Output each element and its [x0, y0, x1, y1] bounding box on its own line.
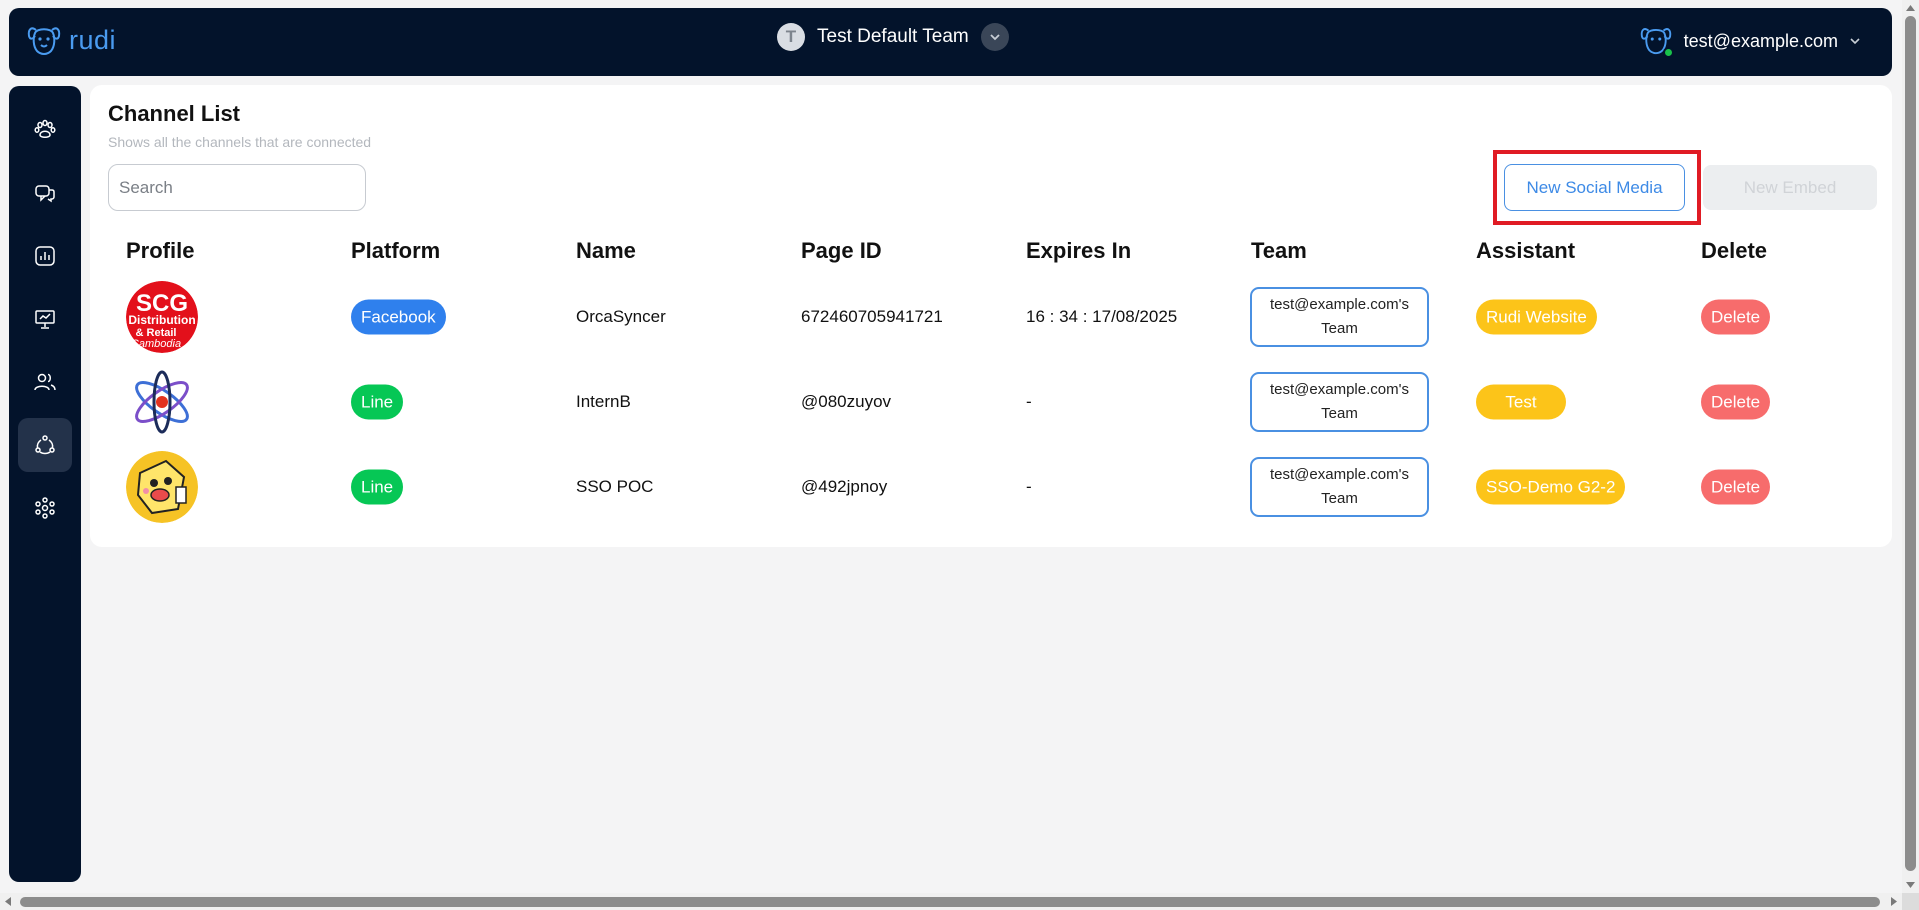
team-name: Test Default Team — [817, 26, 969, 47]
assistant-badge[interactable]: Rudi Website — [1476, 299, 1597, 335]
horizontal-scroll-thumb[interactable] — [20, 897, 1880, 907]
sidebar-item-paw[interactable] — [18, 103, 72, 157]
atom-logo-icon — [126, 366, 198, 438]
delete-button[interactable]: Delete — [1701, 469, 1771, 505]
sidebar-item-channels[interactable] — [18, 418, 72, 472]
column-header-expires: Expires In — [1026, 238, 1132, 263]
assistant-badge[interactable]: Test — [1476, 384, 1566, 420]
expires-in: - — [1026, 477, 1032, 496]
team-dropdown-button[interactable] — [980, 23, 1009, 51]
table-row: Line InternB @080zuyov - test@example.co… — [90, 362, 1892, 442]
scroll-right-arrow-icon[interactable] — [1887, 893, 1901, 910]
column-header-assistant: Assistant — [1476, 238, 1576, 263]
sidebar-item-presentation[interactable] — [18, 292, 72, 346]
table-row: Line SSO POC @492jpnoy - test@example.co… — [90, 447, 1892, 527]
analytics-icon — [35, 246, 55, 266]
channel-name: InternB — [576, 392, 631, 411]
page-id: @492jpnoy — [801, 477, 888, 496]
table-row: SCG Distribution & Retail Cambodia Faceb… — [90, 277, 1892, 357]
delete-button[interactable]: Delete — [1701, 384, 1771, 420]
new-social-media-button[interactable]: New Social Media — [1504, 164, 1685, 211]
chat-icon — [35, 185, 55, 203]
sidebar — [9, 86, 81, 882]
user-avatar — [1640, 24, 1674, 58]
sidebar-item-network[interactable] — [18, 481, 72, 535]
profile-avatar: SCG Distribution & Retail Cambodia — [126, 281, 198, 353]
column-header-team: Team — [1251, 238, 1307, 263]
expires-in: 16 : 34 : 17/08/2025 — [1026, 307, 1178, 326]
dog-logo-icon — [27, 27, 61, 55]
platform-badge: Line — [351, 469, 404, 505]
column-header-platform: Platform — [351, 238, 441, 263]
team-avatar: T — [777, 23, 805, 51]
page-id: @080zuyov — [801, 392, 892, 411]
team-select[interactable]: test@example.com's Team — [1250, 287, 1429, 347]
profile-avatar — [126, 451, 198, 523]
profile-avatar — [126, 366, 198, 438]
user-menu[interactable]: test@example.com — [1640, 24, 1862, 58]
column-header-page-id: Page ID — [801, 238, 882, 263]
scg-logo-icon: SCG Distribution & Retail Cambodia — [126, 281, 198, 353]
brand-logo[interactable]: rudi — [27, 24, 116, 56]
top-bar: rudi T Test Default Team test@example.co… — [9, 8, 1892, 76]
channel-name: SSO POC — [576, 477, 654, 496]
scrollbar-corner — [1902, 893, 1919, 910]
channel-name: OrcaSyncer — [576, 307, 666, 326]
sidebar-item-analytics[interactable] — [18, 229, 72, 283]
column-header-profile: Profile — [126, 238, 195, 263]
platform-badge: Facebook — [351, 299, 446, 335]
horizontal-scrollbar[interactable] — [0, 893, 1902, 910]
network-icon — [35, 497, 55, 519]
column-header-name: Name — [576, 238, 636, 263]
sidebar-item-chat[interactable] — [18, 166, 72, 220]
users-icon — [34, 373, 56, 391]
search-input[interactable] — [108, 164, 366, 211]
online-status-dot — [1662, 47, 1674, 58]
page-id: 672460705941721 — [801, 307, 943, 326]
scg-logo-line2: Distribution — [128, 313, 195, 327]
scroll-down-arrow-icon[interactable] — [1902, 878, 1919, 892]
scroll-up-arrow-icon[interactable] — [1902, 1, 1919, 15]
paw-icon — [34, 119, 56, 138]
presentation-icon — [35, 310, 55, 329]
scroll-left-arrow-icon[interactable] — [1, 893, 15, 910]
channels-icon — [35, 435, 55, 455]
vertical-scrollbar[interactable] — [1902, 0, 1919, 893]
channel-list-card: Channel List Shows all the channels that… — [90, 85, 1892, 547]
brand-name: rudi — [69, 24, 117, 55]
platform-badge: Line — [351, 384, 404, 420]
team-select[interactable]: test@example.com's Team — [1250, 372, 1429, 432]
vertical-scroll-thumb[interactable] — [1905, 16, 1916, 871]
delete-button[interactable]: Delete — [1701, 299, 1771, 335]
page-subtitle: Shows all the channels that are connecte… — [108, 134, 372, 150]
scg-logo-line4: Cambodia — [131, 338, 181, 350]
user-email: test@example.com — [1683, 30, 1838, 51]
chevron-down-icon — [1850, 38, 1860, 45]
team-switcher[interactable]: T Test Default Team — [777, 23, 1009, 51]
page-title: Channel List — [108, 101, 241, 126]
new-embed-button[interactable]: New Embed — [1703, 165, 1877, 210]
chevron-down-icon — [990, 34, 1000, 41]
sidebar-item-users[interactable] — [18, 355, 72, 409]
team-select[interactable]: test@example.com's Team — [1250, 457, 1429, 517]
cartoon-logo-icon — [126, 451, 198, 523]
expires-in: - — [1026, 392, 1032, 411]
assistant-badge[interactable]: SSO-Demo G2-2 — [1476, 469, 1626, 505]
column-header-delete: Delete — [1701, 238, 1768, 263]
